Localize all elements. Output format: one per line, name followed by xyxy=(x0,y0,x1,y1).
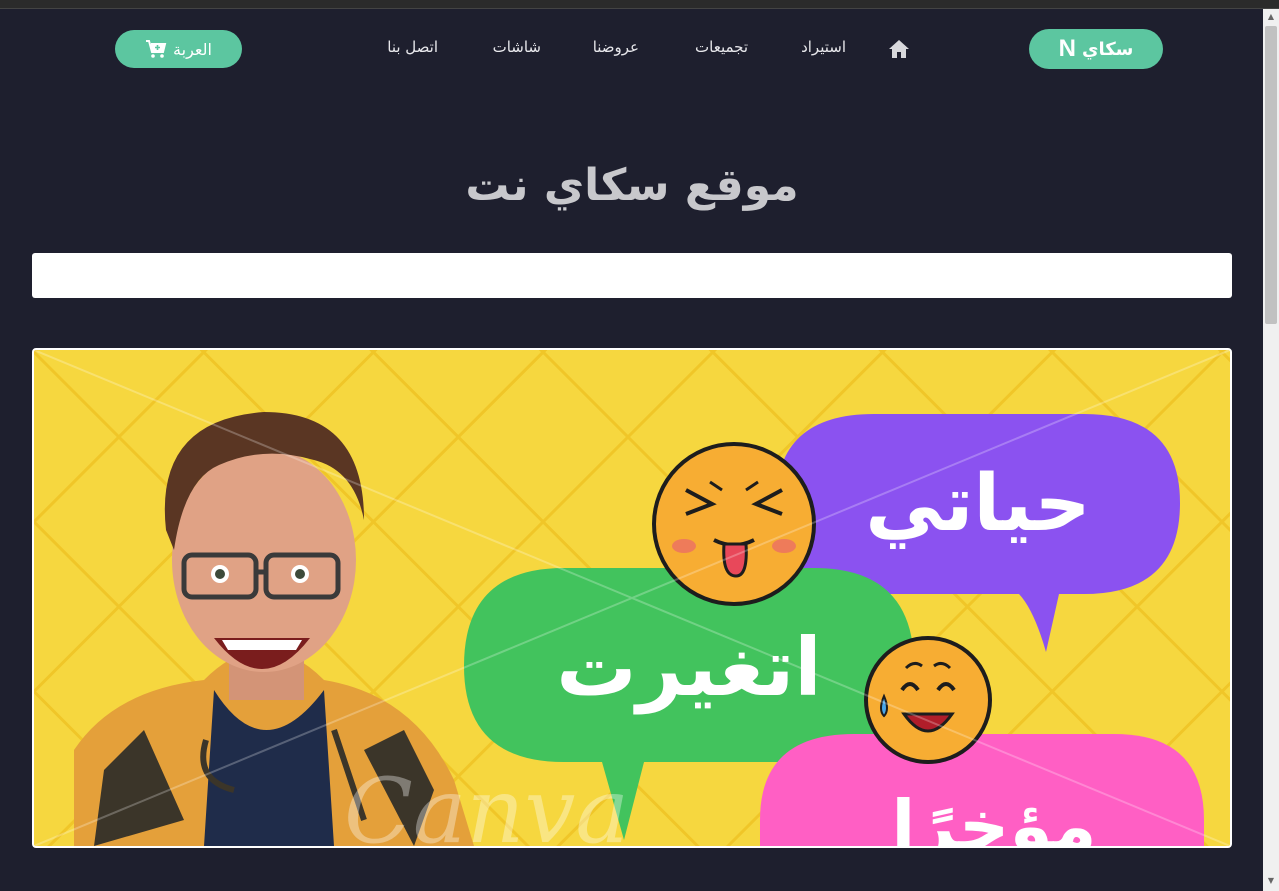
search-input[interactable] xyxy=(32,253,1232,298)
bubble-pink: مؤخرًا xyxy=(760,734,1204,846)
bubble-purple-text: حياتي xyxy=(865,459,1091,549)
scroll-up-arrow-icon[interactable]: ▲ xyxy=(1265,12,1277,22)
browser-top-strip xyxy=(0,0,1279,9)
banner-artwork: حياتي اتغيرت مؤخرًا Canva xyxy=(34,350,1230,846)
cart-button[interactable]: العربة xyxy=(115,30,242,68)
scroll-down-arrow-icon[interactable]: ▼ xyxy=(1265,876,1277,886)
nav-item-screens[interactable]: شاشات xyxy=(493,38,541,60)
hero-banner[interactable]: حياتي اتغيرت مؤخرًا Canva xyxy=(32,348,1232,848)
nav-item-contact[interactable]: اتصل بنا xyxy=(387,38,438,60)
bubble-green-text: اتغيرت xyxy=(556,621,821,715)
scrollbar-thumb[interactable] xyxy=(1265,26,1277,324)
page-title: موقع سكاي نت xyxy=(465,160,799,211)
canva-watermark: Canva xyxy=(344,759,629,846)
emoji-sweat-smile-icon xyxy=(864,636,992,764)
cart-plus-icon xyxy=(146,40,167,58)
brand-logo-button[interactable]: N سكاي xyxy=(1029,29,1163,69)
nav-item-offers[interactable]: عروضنا xyxy=(593,38,639,60)
brand-logo-letter: N xyxy=(1058,35,1076,62)
nav-item-import[interactable]: استيراد xyxy=(801,38,846,60)
nav-item-builds[interactable]: تجميعات xyxy=(695,38,748,60)
bubble-pink-text: مؤخرًا xyxy=(891,785,1096,846)
cart-label: العربة xyxy=(173,39,212,59)
home-icon[interactable] xyxy=(888,39,910,59)
brand-name: سكاي xyxy=(1081,38,1134,60)
